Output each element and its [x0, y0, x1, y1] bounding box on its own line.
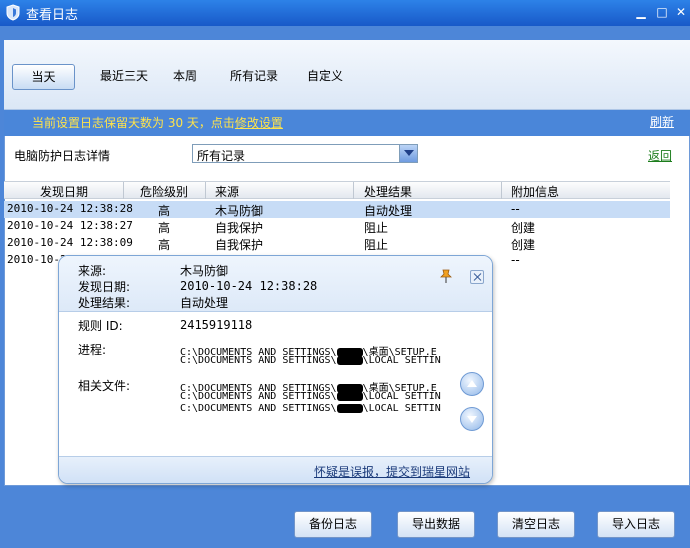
- row-date: 2010-10-24 12:38:27: [7, 219, 133, 232]
- clear-log-button[interactable]: 清空日志: [497, 511, 575, 538]
- date-range-tabs: 当天 最近三天 本周 所有记录 自定义: [4, 40, 690, 110]
- column-header-extra[interactable]: 附加信息: [511, 183, 559, 200]
- row-result: 自动处理: [364, 204, 413, 218]
- result-value: 自动处理: [180, 296, 229, 310]
- maximize-button[interactable]: □: [655, 5, 669, 19]
- record-filter-select[interactable]: 所有记录: [192, 144, 418, 163]
- back-link[interactable]: 返回: [648, 147, 672, 164]
- column-header-date[interactable]: 发现日期: [40, 183, 88, 200]
- redaction-mark: [336, 355, 363, 365]
- column-divider[interactable]: [501, 182, 502, 199]
- close-button[interactable]: ✕: [674, 5, 688, 19]
- path-suffix: \LOCAL SETTIN: [362, 355, 441, 366]
- tab-all-records[interactable]: 所有记录: [224, 64, 284, 90]
- path-suffix: \LOCAL SETTIN: [362, 403, 441, 414]
- row-source: 自我保护: [215, 238, 264, 252]
- retention-notice-bar: 当前设置日志保留天数为 30 天，点击修改设置 刷新: [4, 110, 690, 136]
- modify-settings-link[interactable]: 修改设置: [235, 116, 283, 130]
- column-header-result[interactable]: 处理结果: [364, 183, 412, 200]
- column-header-source[interactable]: 来源: [215, 183, 239, 200]
- redaction-mark: [336, 391, 363, 401]
- row-result: 阻止: [364, 238, 389, 252]
- row-extra: --: [511, 202, 520, 216]
- export-data-button[interactable]: 导出数据: [397, 511, 475, 538]
- path-prefix: C:\DOCUMENTS AND SETTINGS\: [180, 391, 337, 402]
- minimize-button[interactable]: ▁: [634, 5, 648, 19]
- title-bar: 查看日志 ▁ □ ✕: [0, 0, 690, 26]
- process-path: C:\DOCUMENTS AND SETTINGS\ \LOCAL SETTIN: [180, 355, 441, 366]
- date-value: 2010-10-24 12:38:28: [180, 279, 318, 293]
- column-header-level[interactable]: 危险级别: [140, 183, 188, 200]
- chevron-down-icon[interactable]: [399, 145, 417, 162]
- scroll-up-icon[interactable]: [460, 372, 484, 396]
- shield-icon: [6, 4, 20, 21]
- row-level: 高: [158, 204, 171, 218]
- row-extra: --: [511, 253, 520, 267]
- backup-log-button[interactable]: 备份日志: [294, 511, 372, 538]
- related-files-label: 相关文件:: [78, 379, 131, 393]
- redaction-mark: [336, 403, 363, 413]
- source-label: 来源:: [78, 264, 107, 278]
- row-extra: 创建: [511, 238, 536, 252]
- retention-notice-text: 当前设置日志保留天数为 30 天，点击: [32, 116, 235, 130]
- rule-id-label: 规则 ID:: [78, 319, 123, 333]
- scroll-down-icon[interactable]: [460, 407, 484, 431]
- refresh-link[interactable]: 刷新: [650, 113, 674, 130]
- report-false-positive-link[interactable]: 怀疑是误报，提交到瑞星网站: [314, 463, 470, 480]
- tab-custom[interactable]: 自定义: [300, 64, 350, 90]
- row-level: 高: [158, 221, 171, 235]
- pin-icon[interactable]: [439, 268, 453, 284]
- log-detail-label: 电脑防护日志详情: [14, 149, 111, 163]
- tab-last-three-days[interactable]: 最近三天: [84, 64, 164, 90]
- row-level: 高: [158, 238, 171, 252]
- path-prefix: C:\DOCUMENTS AND SETTINGS\: [180, 355, 337, 366]
- record-filter-value: 所有记录: [197, 149, 246, 163]
- column-divider[interactable]: [353, 182, 354, 199]
- import-log-button[interactable]: 导入日志: [597, 511, 675, 538]
- tab-this-week[interactable]: 本周: [164, 64, 206, 90]
- row-extra: 创建: [511, 221, 536, 235]
- row-source: 木马防御: [215, 204, 264, 218]
- table-row[interactable]: 2010-10-24 12:38:28 高 木马防御 自动处理 --: [4, 201, 670, 218]
- table-header: 发现日期 危险级别 来源 处理结果 附加信息: [4, 181, 670, 199]
- table-row[interactable]: 2010-10-24 12:38:27 高 自我保护 阻止 创建: [4, 218, 670, 235]
- rule-id-value: 2415919118: [180, 318, 253, 332]
- column-divider[interactable]: [205, 182, 206, 199]
- process-label: 进程:: [78, 343, 107, 357]
- column-divider[interactable]: [123, 182, 124, 199]
- row-date: 2010-10-24 12:38:09: [7, 236, 133, 249]
- log-detail-popup: 来源: 木马防御 发现日期: 2010-10-24 12:38:28 处理结果:…: [58, 255, 493, 484]
- table-row[interactable]: 2010-10-24 12:38:09 高 自我保护 阻止 创建: [4, 235, 670, 252]
- source-value: 木马防御: [180, 264, 229, 278]
- result-label: 处理结果:: [78, 296, 131, 310]
- retention-notice: 当前设置日志保留天数为 30 天，点击修改设置: [32, 114, 283, 131]
- file-path: C:\DOCUMENTS AND SETTINGS\ \LOCAL SETTIN: [180, 391, 441, 402]
- date-label: 发现日期:: [78, 280, 131, 294]
- row-source: 自我保护: [215, 221, 264, 235]
- window-title: 查看日志: [26, 8, 79, 23]
- tab-today[interactable]: 当天: [12, 64, 75, 90]
- file-path: C:\DOCUMENTS AND SETTINGS\ \LOCAL SETTIN: [180, 403, 441, 414]
- path-suffix: \LOCAL SETTIN: [362, 391, 441, 402]
- row-date: 2010-10-24 12:38:28: [7, 202, 133, 215]
- popup-close-icon[interactable]: [470, 270, 484, 284]
- path-prefix: C:\DOCUMENTS AND SETTINGS\: [180, 403, 337, 414]
- row-result: 阻止: [364, 221, 389, 235]
